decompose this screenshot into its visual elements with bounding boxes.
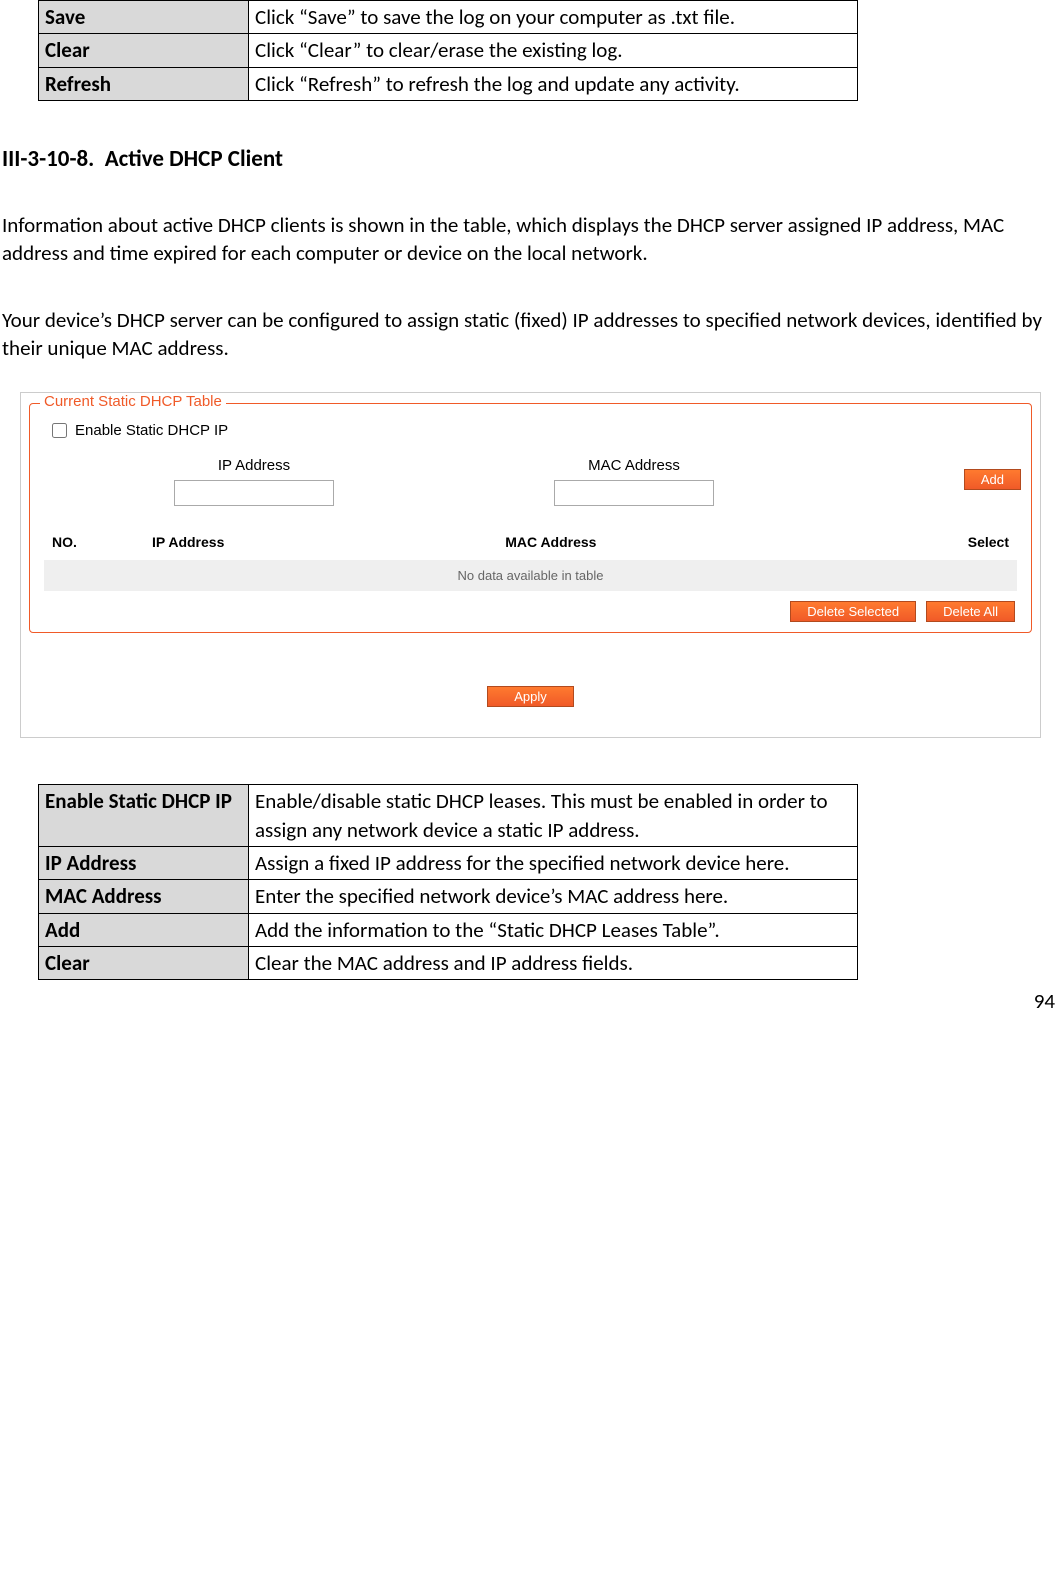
table-row: Add Add the information to the “Static D…	[39, 913, 858, 946]
desc-clear-fields: Clear the MAC address and IP address fie…	[249, 947, 858, 980]
enable-static-dhcp-checkbox[interactable]	[52, 423, 67, 438]
term-enable-static-dhcp: Enable Static DHCP IP	[39, 785, 249, 847]
term-mac-address: MAC Address	[39, 880, 249, 913]
term-refresh: Refresh	[39, 67, 249, 100]
term-clear-fields: Clear	[39, 947, 249, 980]
table-row: Save Click “Save” to save the log on you…	[39, 1, 858, 34]
enable-static-dhcp-label: Enable Static DHCP IP	[75, 422, 228, 439]
term-save: Save	[39, 1, 249, 34]
field-descriptions-table: Enable Static DHCP IP Enable/disable sta…	[38, 784, 858, 980]
log-actions-table: Save Click “Save” to save the log on you…	[38, 0, 858, 101]
desc-enable-static-dhcp: Enable/disable static DHCP leases. This …	[249, 785, 858, 847]
page-number: 94	[0, 988, 1061, 1014]
desc-add: Add the information to the “Static DHCP …	[249, 913, 858, 946]
col-header-mac: MAC Address	[505, 534, 929, 550]
dhcp-panel: Current Static DHCP Table Enable Static …	[20, 392, 1041, 738]
col-header-ip: IP Address	[152, 534, 505, 550]
intro-paragraph-1: Information about active DHCP clients is…	[0, 211, 1061, 268]
table-row: MAC Address Enter the specified network …	[39, 880, 858, 913]
table-row: IP Address Assign a fixed IP address for…	[39, 847, 858, 880]
fieldset-legend: Current Static DHCP Table	[40, 393, 226, 410]
desc-refresh: Click “Refresh” to refresh the log and u…	[249, 67, 858, 100]
delete-all-button[interactable]: Delete All	[926, 601, 1015, 622]
desc-clear: Click “Clear” to clear/erase the existin…	[249, 34, 858, 67]
table-row: Clear Click “Clear” to clear/erase the e…	[39, 34, 858, 67]
table-row: Clear Clear the MAC address and IP addre…	[39, 947, 858, 980]
col-header-select: Select	[929, 534, 1009, 550]
table-empty-message: No data available in table	[44, 560, 1017, 591]
ip-address-label: IP Address	[218, 457, 290, 474]
intro-paragraph-2: Your device’s DHCP server can be configu…	[0, 306, 1061, 363]
table-row: Refresh Click “Refresh” to refresh the l…	[39, 67, 858, 100]
col-header-no: NO.	[52, 534, 152, 550]
ip-address-input[interactable]	[174, 480, 334, 506]
add-button[interactable]: Add	[964, 469, 1021, 490]
mac-address-input[interactable]	[554, 480, 714, 506]
desc-save: Click “Save” to save the log on your com…	[249, 1, 858, 34]
desc-ip-address: Assign a fixed IP address for the specif…	[249, 847, 858, 880]
static-dhcp-table: NO. IP Address MAC Address Select No dat…	[44, 528, 1017, 622]
term-add: Add	[39, 913, 249, 946]
section-heading: III-3-10-8. Active DHCP Client	[0, 145, 1061, 173]
static-dhcp-fieldset: Current Static DHCP Table Enable Static …	[29, 403, 1032, 633]
term-clear: Clear	[39, 34, 249, 67]
table-row: Enable Static DHCP IP Enable/disable sta…	[39, 785, 858, 847]
delete-selected-button[interactable]: Delete Selected	[790, 601, 916, 622]
mac-address-label: MAC Address	[588, 457, 680, 474]
term-ip-address: IP Address	[39, 847, 249, 880]
apply-button[interactable]: Apply	[487, 686, 574, 707]
desc-mac-address: Enter the specified network device’s MAC…	[249, 880, 858, 913]
